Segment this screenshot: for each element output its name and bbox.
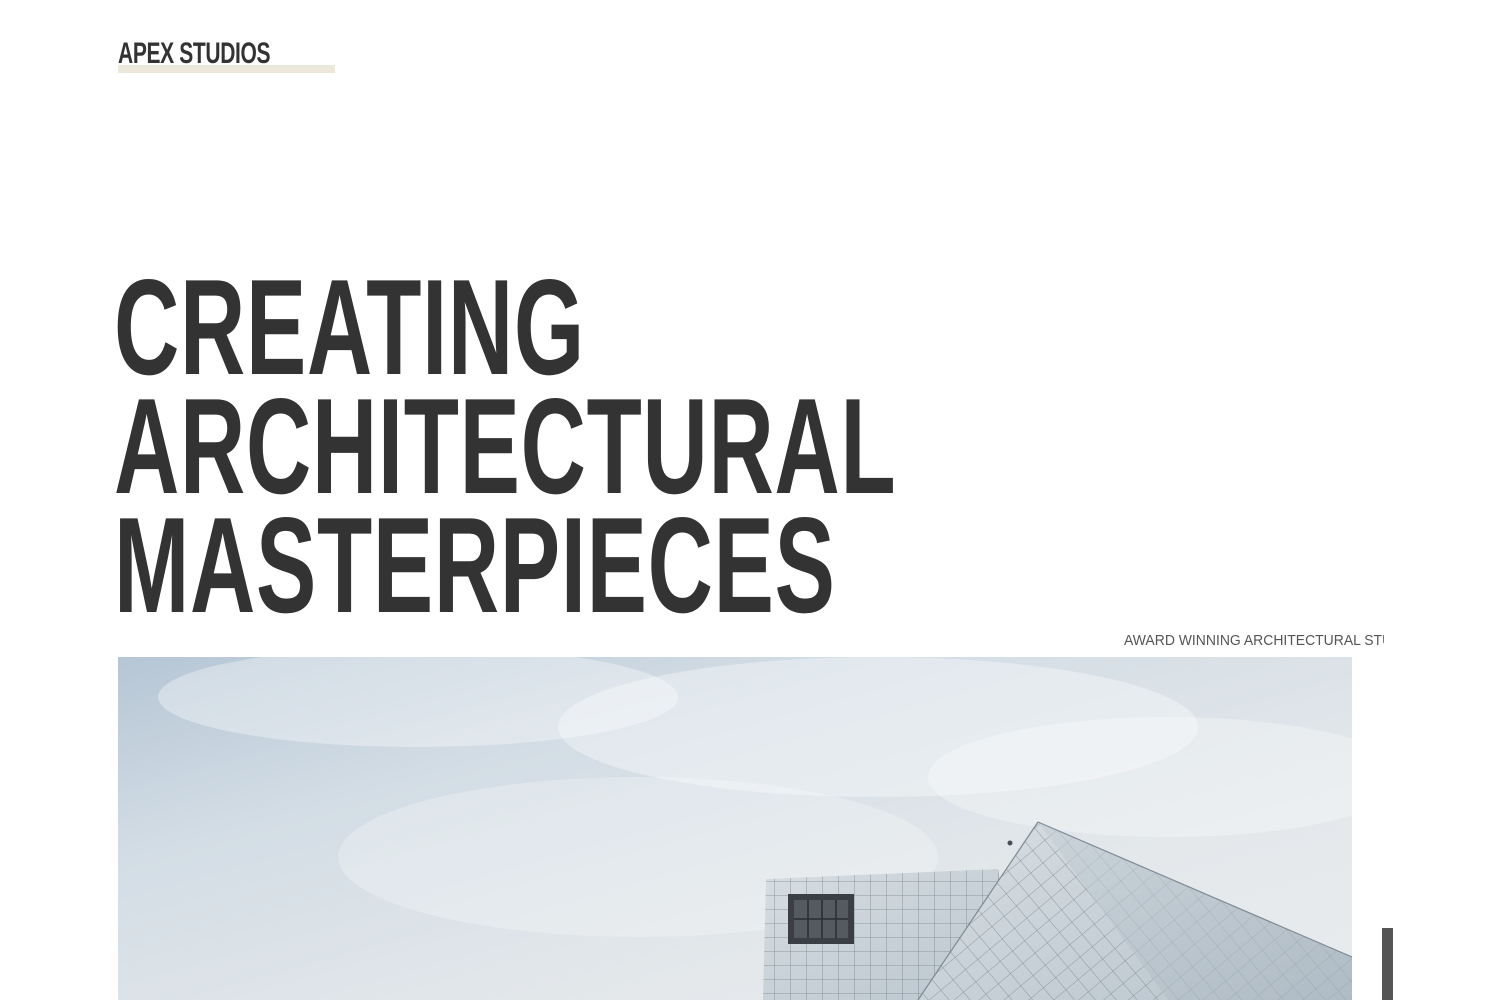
scroll-indicator[interactable] — [1382, 928, 1393, 1000]
headline-line-3: MASTERPIECES — [114, 489, 836, 641]
hero-image — [118, 657, 1352, 1000]
hero-tagline: AWARD WINNING ARCHITECTURAL STU — [1124, 632, 1384, 649]
tagline-container: AWARD WINNING ARCHITECTURAL STU — [1124, 628, 1384, 654]
hero-headline: CREATING ARCHITECTURAL MASTERPIECES — [114, 259, 1290, 641]
brand-name: APEX STUDIOS — [118, 37, 271, 70]
brand-logo[interactable]: APEX STUDIOS — [118, 34, 336, 74]
building-illustration — [118, 657, 1352, 1000]
